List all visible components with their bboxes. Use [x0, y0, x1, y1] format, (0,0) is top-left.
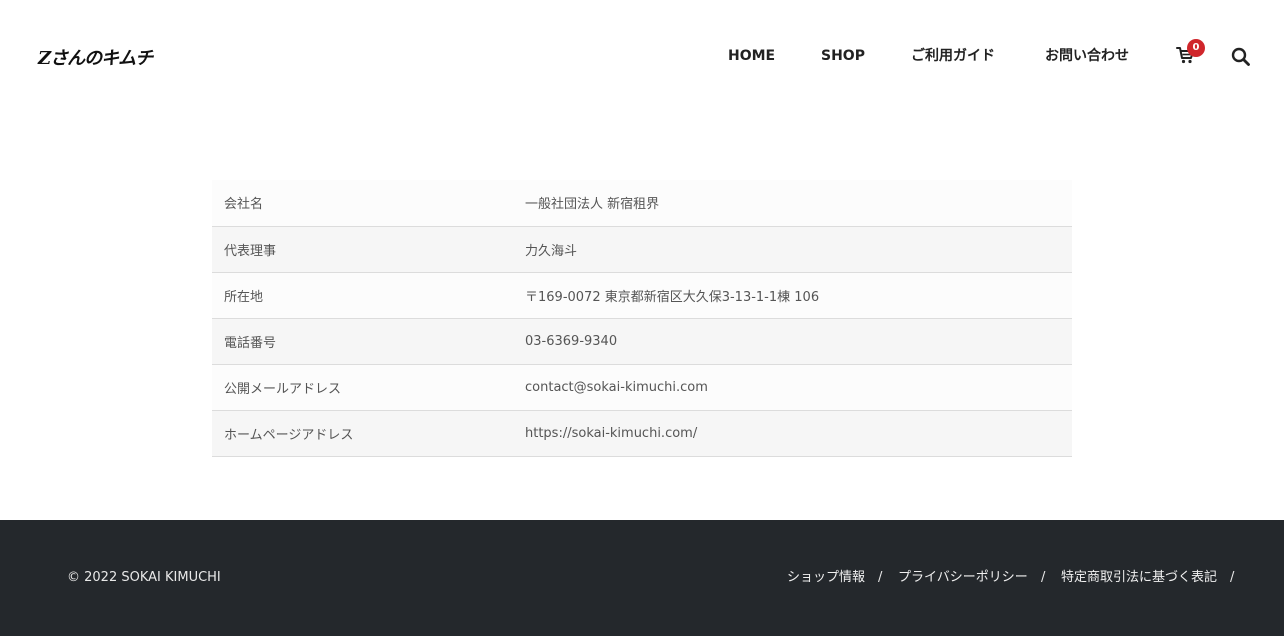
table-row: ホームページアドレス https://sokai-kimuchi.com/ [212, 410, 1072, 456]
site-logo[interactable]: Zさんのキムチ [38, 44, 153, 70]
nav-home[interactable]: HOME [728, 46, 775, 66]
row-label: 会社名 [224, 197, 264, 213]
table-row: 会社名 一般社団法人 新宿租界 [212, 180, 1072, 226]
nav-contact[interactable]: お問い合わせ [1045, 46, 1129, 66]
footer-link-privacy[interactable]: プライバシーポリシー [898, 570, 1028, 586]
table-row: 電話番号 03-6369-9340 [212, 318, 1072, 364]
row-value: https://sokai-kimuchi.com/ [525, 425, 698, 441]
row-label: 所在地 [224, 289, 264, 305]
site-header: Zさんのキムチ HOME SHOP ご利用ガイド お問い合わせ 0 [0, 0, 1284, 112]
table-row: 公開メールアドレス contact@sokai-kimuchi.com [212, 364, 1072, 410]
row-value: 〒169-0072 東京都新宿区大久保3-13-1-1棟 106 [525, 289, 820, 305]
site-footer: © 2022 SOKAI KIMUCHI ショップ情報 / プライバシーポリシー… [0, 520, 1284, 636]
row-value: contact@sokai-kimuchi.com [525, 379, 708, 395]
row-value: 03-6369-9340 [525, 333, 618, 349]
row-label: ホームページアドレス [224, 427, 354, 443]
logo-text: Zさんのキムチ [38, 48, 153, 69]
cart-count-badge: 0 [1187, 39, 1205, 57]
search-button[interactable] [1231, 47, 1251, 67]
footer-link-tokushoho[interactable]: 特定商取引法に基づく表記 [1061, 570, 1217, 586]
company-info-table: 会社名 一般社団法人 新宿租界 代表理事 力久海斗 所在地 〒169-0072 … [212, 180, 1072, 457]
footer-separator: / [1041, 570, 1046, 585]
table-row: 代表理事 力久海斗 [212, 226, 1072, 272]
table-row: 所在地 〒169-0072 東京都新宿区大久保3-13-1-1棟 106 [212, 272, 1072, 318]
footer-separator: / [878, 570, 883, 585]
nav-shop[interactable]: SHOP [821, 46, 865, 66]
nav-guide[interactable]: ご利用ガイド [911, 46, 995, 66]
row-value: 一般社団法人 新宿租界 [525, 197, 660, 213]
footer-separator: / [1230, 570, 1235, 585]
search-icon [1231, 47, 1250, 66]
row-label: 電話番号 [224, 335, 277, 351]
copyright-text: © 2022 SOKAI KIMUCHI [67, 570, 221, 585]
row-label: 代表理事 [224, 243, 277, 259]
row-value: 力久海斗 [525, 243, 578, 259]
row-label: 公開メールアドレス [224, 381, 342, 397]
footer-link-shop-info[interactable]: ショップ情報 [787, 570, 865, 586]
